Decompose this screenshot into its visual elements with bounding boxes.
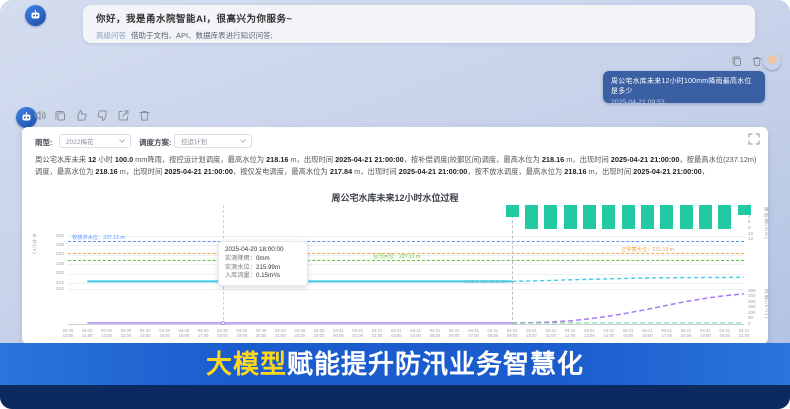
summary-segment: 2025-04-21 21:00:00 [399,167,468,176]
series-预报入库流量 [512,294,744,323]
slogan-rest: 赋能提升防汛业务智慧化 [287,349,584,379]
summary-segment: ，按补偿调度(皎鄞区间)调度，最高水位为 [404,155,542,164]
chart-plot[interactable]: 2025-04-20 18:00:00 实测降雨：0mm 实测水位：215.99… [68,205,744,325]
rain-type-label: 雨型: [35,137,53,148]
assistant-subtitle: 高级问答借助于文档、API、数据库表进行知识问答; [96,30,742,41]
summary-segment: 218.16 [266,155,288,164]
rain-axis-tick: 12 [748,236,762,241]
user-message-actions [731,55,763,67]
chart-tooltip: 2025-04-20 18:00:00 实测降雨：0mm 实测水位：215.99… [218,241,308,286]
water-axis-title: 水位(m) [30,233,37,255]
summary-segment: 218.16 [564,167,586,176]
y-axis-tick: 240 [44,234,64,239]
summary-segment: 217.84 [330,167,352,176]
summary-segment: ，按仅发电调度，最高水位为 [233,167,330,176]
summary-segment: m，出现时间 [118,167,165,176]
summary-segment: m，出现时间 [587,167,634,176]
rain-axis-tick: 6 [748,219,762,224]
plan-select[interactable]: 控运计划 [174,134,252,148]
summary-segment: 2025-04-21 21:00:00 [611,155,680,164]
answer-panel: 雨型: 2022梅花 调度方案: 控运计划 周公宅水库未来 12 小时 100.… [22,127,768,344]
export-icon[interactable] [117,109,130,122]
copy-icon[interactable] [731,55,743,67]
app-window: 你好，我是甬水院智能AI，很高兴为你服务~ 高级问答借助于文档、API、数据库表… [0,0,790,409]
flow-axis-tick: 50 [748,315,762,320]
delete-icon[interactable] [751,55,763,67]
assistant-greeting: 你好，我是甬水院智能AI，很高兴为你服务~ [96,11,742,25]
rain-axis-tick: 8 [748,225,762,230]
forecast-summary: 周公宅水库未来 12 小时 100.0 mm降雨，按控运计划调度，最高水位为 2… [35,154,757,178]
series-预报水位 [512,277,744,281]
y-axis-tick: 230 [44,252,64,257]
chart-title: 周公宅水库未来12小时水位过程 [22,191,768,204]
summary-segment: 周公宅水库未来 [35,155,88,164]
summary-segment: mm降雨，按控运计划调度，最高水位为 [133,155,266,164]
tooltip-row: 入库流量：0.15m³/s [225,272,301,281]
flow-axis-tick: 150 [748,304,762,309]
summary-segment: ，按不放水调度，最高水位为 [467,167,564,176]
plan-value: 控运计划 [181,136,207,146]
hover-marker [221,321,225,325]
mode-description: 借助于文档、API、数据库表进行知识问答; [131,31,273,40]
delete-icon[interactable] [138,109,151,122]
tooltip-label: 实测降雨： [225,255,256,262]
summary-segment: 2025-04-21 21:00:00 [633,167,702,176]
rain-axis-tick: 10 [748,231,762,236]
summary-segment: 小时 [96,155,115,164]
tooltip-label: 实测水位： [225,264,256,271]
y-axis-tick: 220 [44,271,64,276]
summary-segment: m，出现时间 [288,155,335,164]
summary-segment: 2025-04-21 21:00:00 [164,167,233,176]
user-message-bubble: 周公宅水库未来12小时100mm降雨最高水位是多少 2025-04-21 09:… [603,71,765,103]
y-axis-tick: 235 [44,243,64,248]
rain-axis-title: 降雨量(mm) [762,207,769,240]
thumbs-up-icon[interactable] [75,109,88,122]
tooltip-time: 2025-04-20 18:00:00 [225,246,301,253]
y-axis-tick: 212 [44,287,64,292]
slogan-highlight: 大模型 [206,349,287,379]
user-avatar [763,52,781,70]
assistant-avatar [25,5,46,26]
robot-icon [20,111,33,124]
tooltip-value: 215.99m [256,264,280,271]
flow-axis-tick: 200 [748,299,762,304]
tooltip-row: 实测水位：215.99m [225,264,301,273]
summary-segment: m，出现时间 [564,155,611,164]
mode-tag: 高级问答 [96,31,126,40]
robot-icon [29,9,42,22]
flow-axis-tick: 250 [748,293,762,298]
summary-segment: 100.0 [115,155,133,164]
summary-segment: 218.16 [542,155,564,164]
bottom-strip [0,385,790,409]
series-lines [68,205,744,331]
tooltip-row: 实测降雨：0mm [225,255,301,264]
fullscreen-icon[interactable] [748,133,760,145]
user-message-time: 2025-04-21 09:53 [611,99,757,106]
y-axis-tick: 215 [44,281,64,286]
summary-segment: 218.16 [95,167,117,176]
flow-axis-title: 流量(m³/s) [762,289,769,319]
chevron-down-icon [240,137,246,143]
rain-type-value: 2022梅花 [66,136,93,146]
thumbs-down-icon[interactable] [96,109,109,122]
assistant-greeting-bubble: 你好，我是甬水院智能AI，很高兴为你服务~ 高级问答借助于文档、API、数据库表… [83,5,755,43]
assistant-message-actions [33,109,151,122]
flow-axis-tick: 0 [748,321,762,326]
tooltip-value: 0mm [256,255,270,262]
summary-segment: ， [702,167,709,176]
summary-segment: m，出现时间 [352,167,399,176]
flow-axis-tick: 100 [748,310,762,315]
summary-segment: 2025-04-21 21:00:00 [335,155,404,164]
copy-icon[interactable] [54,109,67,122]
plan-label: 调度方案: [139,137,172,148]
flow-axis-tick: 300 [748,288,762,293]
user-question: 周公宅水库未来12小时100mm降雨最高水位是多少 [611,76,757,96]
slogan-banner: 大模型赋能提升防汛业务智慧化 [0,343,790,385]
tooltip-value: 0.15m³/s [256,272,280,279]
y-axis-tick: 225 [44,262,64,267]
tooltip-label: 入库流量： [225,272,256,279]
read-aloud-icon[interactable] [33,109,46,122]
chevron-down-icon [119,137,125,143]
rain-type-select[interactable]: 2022梅花 [59,134,131,148]
